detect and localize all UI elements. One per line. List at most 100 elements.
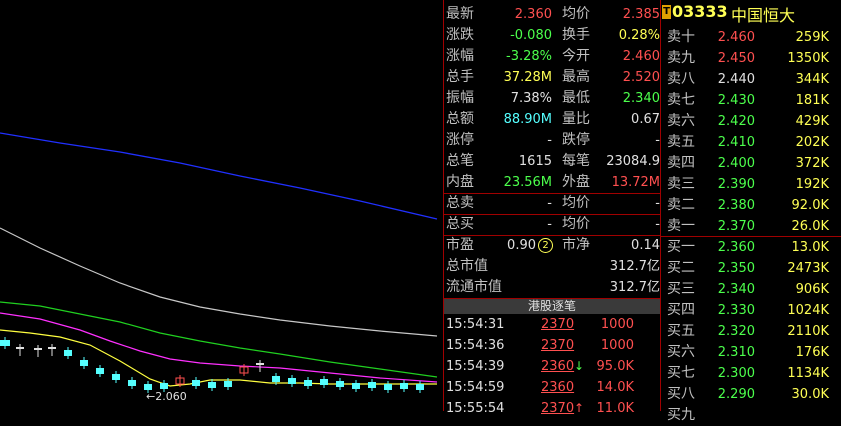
stock-name: 中国恒大 [731,6,796,25]
value-float-mv: 312.7亿 [609,280,660,295]
tick-price: 2360 [541,359,575,374]
value-turnover: 0.28% [618,28,660,43]
level-price: 2.450 [717,51,755,66]
level-price: 2.360 [717,240,755,255]
bid-row[interactable]: 买二 2.350 2473K [667,258,841,279]
bid-row[interactable]: 买六 2.310 176K [667,342,841,363]
bid-row[interactable]: 买八 2.290 30.0K [667,384,841,405]
level-price: 2.430 [717,93,755,108]
level-label: 卖一 [667,218,695,234]
value-sell-avg: - [655,196,660,211]
label-low: 最低 [562,90,590,106]
tick-time: 15:54:59 [446,380,505,395]
level-label: 买七 [667,365,695,381]
ask-row[interactable]: 卖五 2.410 202K [667,132,841,153]
ask-row[interactable]: 卖二 2.380 92.0K [667,195,841,216]
value-total-mv: 312.7亿 [609,259,660,274]
level-price: 2.340 [717,282,755,297]
value-per-trade: 23084.9 [606,154,660,169]
ask-row[interactable]: 卖四 2.400 372K [667,153,841,174]
value-low: 2.340 [622,91,660,106]
bid-row[interactable]: 买四 2.330 1024K [667,300,841,321]
value-pb: 0.14 [631,238,660,253]
bid-row[interactable]: 买五 2.320 2110K [667,321,841,342]
value-high: 2.520 [622,70,660,85]
level-price: 2.460 [717,30,755,45]
label-pe: 市盈 [446,237,474,253]
level-volume: 1350K [787,51,829,66]
label-turnover: 换手 [562,27,590,43]
label-pb: 市净 [562,237,590,253]
ask-row[interactable]: 卖一 2.370 26.0K [667,216,841,237]
label-sell-avg: 均价 [562,195,590,211]
level-label: 卖十 [667,29,695,45]
tick-price: 2370 [541,317,575,332]
level-volume: 372K [795,156,829,171]
value-limit-down: - [655,133,660,148]
bid-row[interactable]: 买九 [667,405,841,426]
value-avg-price: 2.385 [622,7,660,22]
bid-row[interactable]: 买七 2.300 1134K [667,363,841,384]
value-amount: 88.90M [503,112,552,127]
level-price: 2.440 [717,72,755,87]
value-total-buy: - [547,217,552,232]
label-volume: 总手 [446,69,474,85]
level-label: 买八 [667,386,695,402]
tick-time: 15:55:54 [446,401,505,416]
ma-line-white [0,227,438,337]
ticks-title[interactable]: 港股逐笔 [444,298,660,314]
ask-row[interactable]: 卖十 2.460 259K [667,27,841,48]
label-open: 今开 [562,48,590,64]
level-volume: 176K [795,345,829,360]
ask-row[interactable]: 卖六 2.420 429K [667,111,841,132]
level-label: 卖六 [667,113,695,129]
label-change: 涨跌 [446,27,474,43]
ask-row[interactable]: 卖八 2.440 344K [667,69,841,90]
level-volume: 906K [795,282,829,297]
tick-volume: 1000 [600,338,634,353]
label-avg-price: 均价 [562,6,590,22]
ask-row[interactable]: 卖三 2.390 192K [667,174,841,195]
level-volume: 259K [795,30,829,45]
level-label: 买四 [667,302,695,318]
label-limit-up: 涨停 [446,132,474,148]
level-label: 卖四 [667,155,695,171]
level-label: 卖八 [667,71,695,87]
value-open: 2.460 [622,49,660,64]
ask-row[interactable]: 卖九 2.450 1350K [667,48,841,69]
level-price: 2.400 [717,156,755,171]
ask-row[interactable]: 卖七 2.430 181K [667,90,841,111]
level-volume: 1024K [787,303,829,318]
pe-badge-icon[interactable]: 2 [538,238,553,253]
low-price-marker: ←2.060 [146,390,187,403]
bid-row[interactable]: 买三 2.340 906K [667,279,841,300]
trade-marker-icon: T [662,5,671,19]
level-volume: 30.0K [791,387,829,402]
tick-volume: 14.0K [596,380,634,395]
level-label: 卖五 [667,134,695,150]
kline-chart[interactable]: ←2.060 [0,0,443,411]
value-change: -0.080 [510,28,552,43]
value-trades: 1615 [518,154,552,169]
level-price: 2.410 [717,135,755,150]
stock-code: 03333 [672,2,728,21]
tick-volume: 95.0K [596,359,634,374]
level-label: 卖七 [667,92,695,108]
level-label: 卖三 [667,176,695,192]
level-label: 买六 [667,344,695,360]
tick-time: 15:54:36 [446,338,505,353]
label-amount: 总额 [446,111,474,127]
bid-row[interactable]: 买一 2.360 13.0K [667,237,841,258]
tick-time: 15:54:31 [446,317,505,332]
tick-price: 2370 [541,401,575,416]
ma-line-blue [0,132,438,220]
level-volume: 13.0K [791,240,829,255]
value-volume: 37.28M [503,70,552,85]
tick-price: 2370 [541,338,575,353]
level-price: 2.320 [717,324,755,339]
stock-header[interactable]: T 03333 中国恒大 [662,2,841,26]
value-buy-avg: - [655,217,660,232]
ma-line-green [0,301,438,378]
tick-volume: 11.0K [596,401,634,416]
tick-price: 2360 [541,380,575,395]
